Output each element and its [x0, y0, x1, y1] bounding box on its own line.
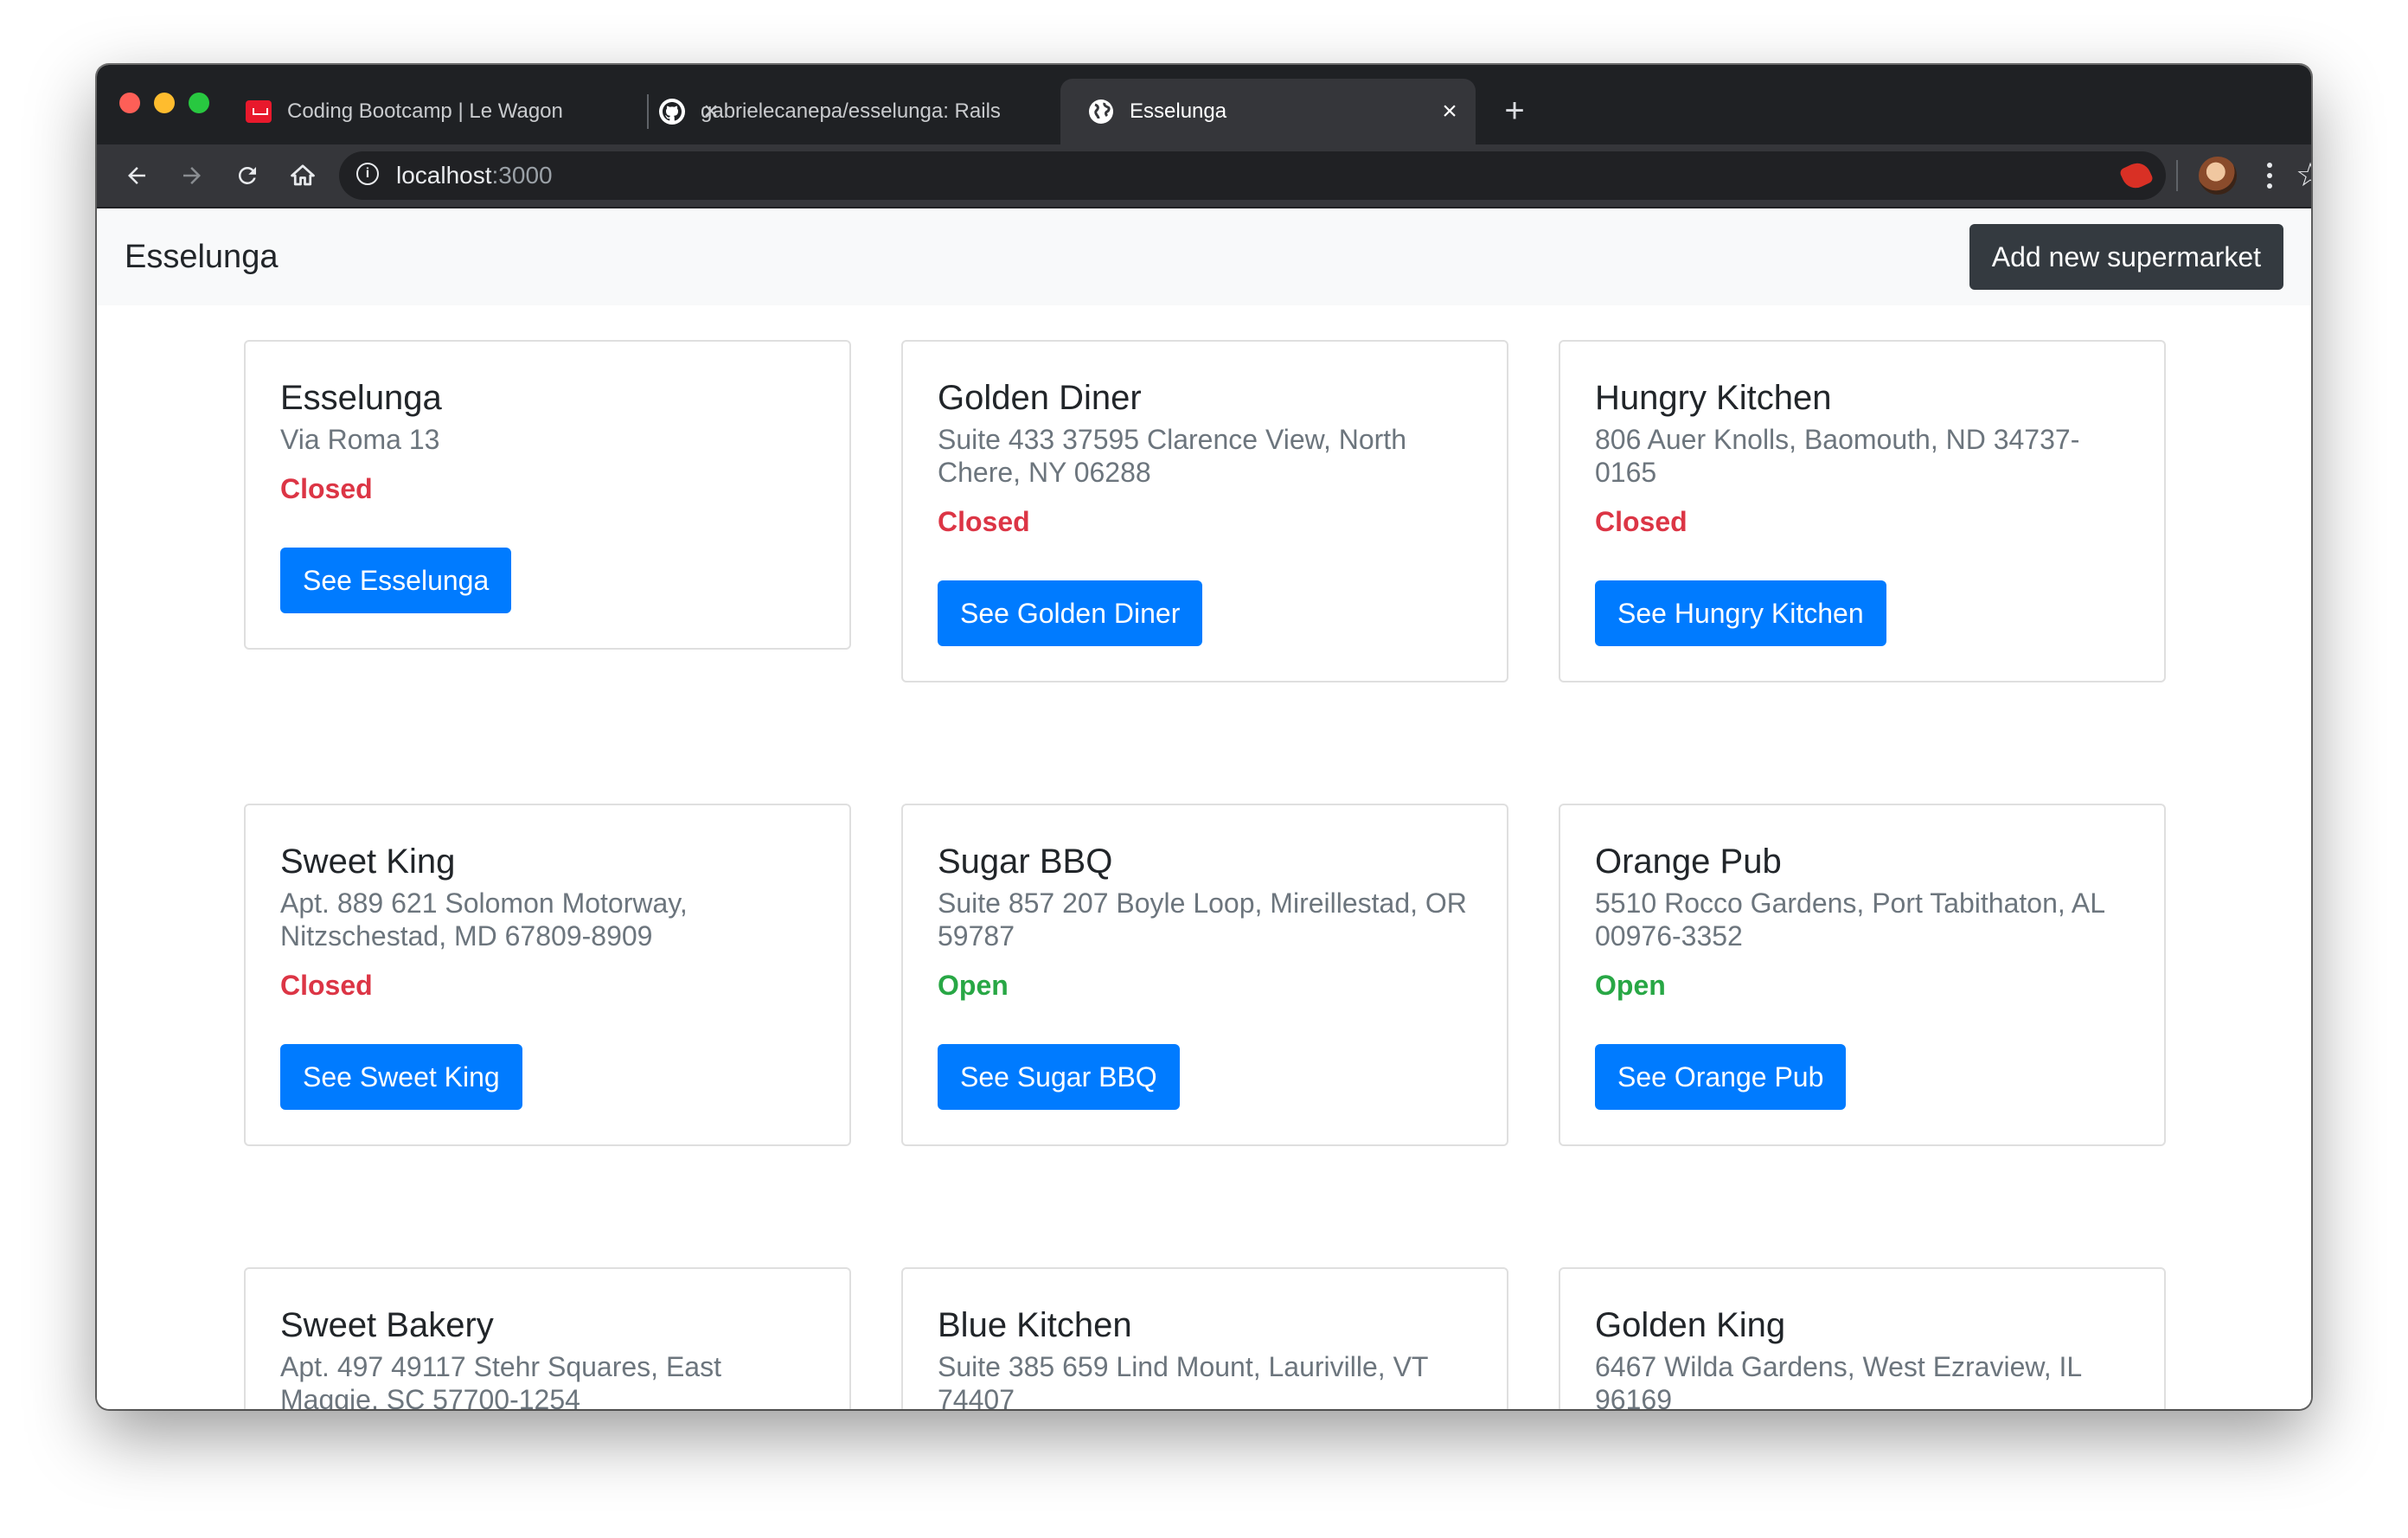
- card-title: Hungry Kitchen: [1595, 379, 1832, 417]
- card-title: Sugar BBQ: [938, 843, 1113, 881]
- toolbar-divider: [2176, 160, 2178, 191]
- supermarket-card: Golden Diner Suite 433 37595 Clarence Vi…: [901, 340, 1508, 682]
- status-label: Closed: [938, 506, 1030, 537]
- page-viewport: Esselunga Add new supermarket Esselunga …: [97, 208, 2311, 1409]
- url-host: localhost: [396, 162, 492, 189]
- see-supermarket-button[interactable]: See Sugar BBQ: [938, 1044, 1180, 1110]
- arrow-left-icon: [128, 167, 145, 184]
- status-label: Closed: [1595, 506, 1688, 537]
- home-icon: [291, 164, 315, 186]
- card-title: Sweet King: [280, 843, 456, 881]
- see-supermarket-button[interactable]: See Orange Pub: [1595, 1044, 1847, 1110]
- card-title: Sweet Bakery: [280, 1306, 494, 1344]
- url-port: :3000: [491, 162, 553, 189]
- supermarket-card: Hungry Kitchen 806 Auer Knolls, Baomouth…: [1559, 340, 2166, 682]
- card-title: Esselunga: [280, 379, 442, 417]
- card-title: Golden King: [1595, 1306, 1786, 1344]
- status-label: Closed: [280, 473, 373, 504]
- info-icon[interactable]: i: [356, 163, 379, 185]
- bookmark-star-icon[interactable]: ☆: [2296, 155, 2311, 196]
- address-bar[interactable]: i localhost:3000 ☆: [339, 151, 2311, 200]
- close-icon[interactable]: ×: [1432, 97, 1467, 126]
- supermarket-card: Sugar BBQ Suite 857 207 Boyle Loop, Mire…: [901, 804, 1508, 1146]
- card-address: Via Roma 13: [280, 424, 440, 455]
- tab-github[interactable]: gabrielecanepa/esselunga: Rails ×: [631, 79, 1098, 144]
- supermarket-card: Orange Pub 5510 Rocco Gardens, Port Tabi…: [1559, 804, 2166, 1146]
- card-address: 5510 Rocco Gardens, Port Tabithaton, AL …: [1595, 888, 2104, 952]
- card-address: 806 Auer Knolls, Baomouth, ND 34737-0165: [1595, 424, 2080, 488]
- card-title: Orange Pub: [1595, 843, 1782, 881]
- card-title: Golden Diner: [938, 379, 1142, 417]
- card-address: Suite 433 37595 Clarence View, North Che…: [938, 424, 1406, 488]
- tab-strip: Coding Bootcamp | Le Wagon × gabrielecan…: [97, 65, 2311, 144]
- url-text: localhost:3000: [396, 151, 553, 200]
- supermarket-card: Esselunga Via Roma 13 Closed See Esselun…: [244, 340, 851, 650]
- add-supermarket-button[interactable]: Add new supermarket: [1969, 224, 2283, 290]
- reload-icon: [238, 166, 256, 184]
- browser-window: Coding Bootcamp | Le Wagon × gabrielecan…: [97, 65, 2311, 1409]
- card-address: 6467 Wilda Gardens, West Ezraview, IL 96…: [1595, 1351, 2082, 1409]
- supermarket-card: Sweet King Apt. 889 621 Solomon Motorway…: [244, 804, 851, 1146]
- supermarket-card: Sweet Bakery Apt. 497 49117 Stehr Square…: [244, 1267, 851, 1409]
- card-title: Blue Kitchen: [938, 1306, 1132, 1344]
- github-icon: [659, 99, 685, 125]
- supermarket-card: Golden King 6467 Wilda Gardens, West Ezr…: [1559, 1267, 2166, 1409]
- lewagon-icon: [246, 99, 272, 125]
- tab-title: gabrielecanepa/esselunga: Rails: [701, 99, 1001, 123]
- new-tab-button[interactable]: +: [1493, 89, 1536, 132]
- card-address: Suite 857 207 Boyle Loop, Mireillestad, …: [938, 888, 1467, 952]
- window-close-control[interactable]: [119, 93, 140, 113]
- navbar-brand[interactable]: Esselunga: [125, 208, 278, 305]
- profile-avatar[interactable]: [2199, 157, 2237, 195]
- tab-esselunga[interactable]: Esselunga ×: [1060, 79, 1476, 144]
- card-address: Suite 385 659 Lind Mount, Lauriville, VT…: [938, 1351, 1428, 1409]
- supermarket-card: Blue Kitchen Suite 385 659 Lind Mount, L…: [901, 1267, 1508, 1409]
- see-supermarket-button[interactable]: See Hungry Kitchen: [1595, 580, 1886, 646]
- window-zoom-control[interactable]: [189, 93, 209, 113]
- card-address: Apt. 497 49117 Stehr Squares, East Maggi…: [280, 1351, 721, 1409]
- forward-button[interactable]: [171, 155, 213, 196]
- status-label: Closed: [280, 970, 373, 1001]
- card-address: Apt. 889 621 Solomon Motorway, Nitzsches…: [280, 888, 688, 952]
- arrow-right-icon: [183, 167, 201, 184]
- status-label: Open: [938, 970, 1009, 1001]
- reload-button[interactable]: [227, 155, 268, 196]
- navbar: Esselunga Add new supermarket: [97, 208, 2311, 305]
- see-supermarket-button[interactable]: See Sweet King: [280, 1044, 522, 1110]
- see-supermarket-button[interactable]: See Golden Diner: [938, 580, 1203, 646]
- status-label: Open: [1595, 970, 1666, 1001]
- browser-toolbar: i localhost:3000 ☆: [97, 144, 2311, 208]
- tab-title: Esselunga: [1130, 99, 1227, 123]
- window-minimize-control[interactable]: [154, 93, 175, 113]
- globe-icon: [1088, 99, 1114, 125]
- see-supermarket-button[interactable]: See Esselunga: [280, 548, 512, 613]
- back-button[interactable]: [116, 155, 157, 196]
- menu-kebab-icon[interactable]: [2259, 153, 2280, 198]
- home-button[interactable]: [282, 155, 323, 196]
